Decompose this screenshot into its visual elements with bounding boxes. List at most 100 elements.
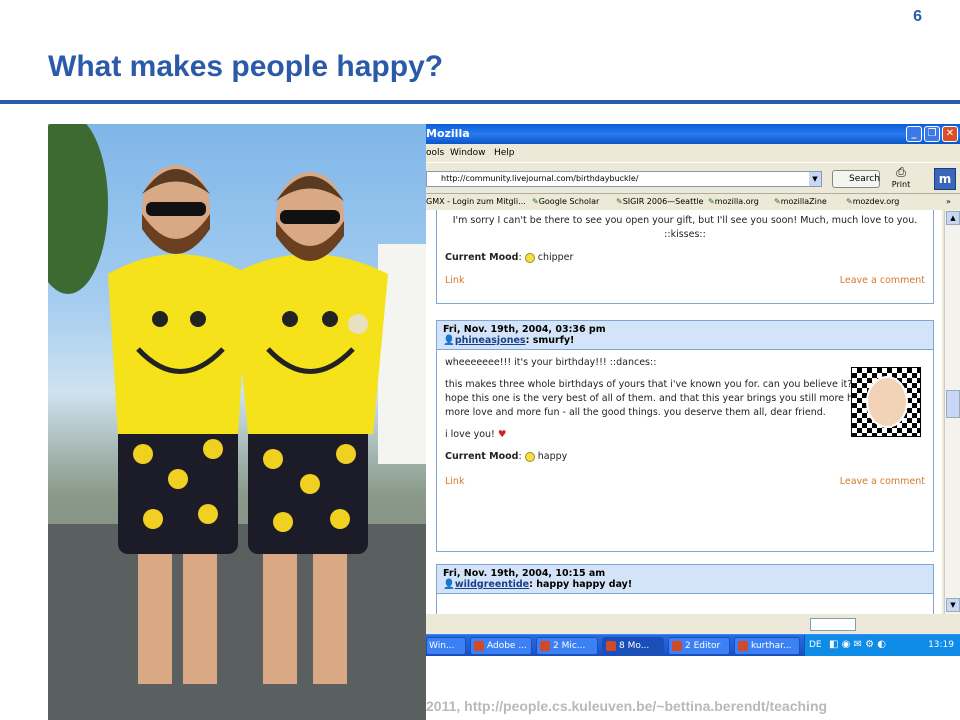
scroll-up-icon[interactable]: ▲ — [946, 211, 960, 225]
title-divider — [0, 100, 960, 104]
mozilla-logo-icon: m — [934, 168, 956, 190]
entry-links: Link Leave a comment — [445, 476, 925, 490]
taskbar-item[interactable]: kurthar... — [734, 637, 800, 655]
bookmark-google-scholar[interactable]: ✎Google Scholar — [532, 197, 599, 206]
entry-header: Fri, Nov. 19th, 2004, 03:36 pm 👤phineasj… — [437, 321, 933, 350]
app-icon — [474, 641, 484, 651]
app-icon — [606, 641, 616, 651]
entry-love-text: i love you! — [445, 429, 495, 440]
leave-comment-link[interactable]: Leave a comment — [840, 476, 925, 487]
close-button[interactable]: ✕ — [942, 126, 958, 142]
entry-links: Link Leave a comment — [445, 275, 925, 289]
print-button[interactable]: ⎙ Print — [888, 165, 914, 189]
app-icon — [738, 641, 748, 651]
mood-value: chipper — [537, 252, 574, 263]
entry-mood: Current Mood: happy — [445, 451, 568, 462]
journal-entry: I'm sorry I can't be there to see you op… — [436, 210, 934, 304]
bookmark-icon: ✎ — [616, 197, 623, 206]
app-icon — [672, 641, 682, 651]
menu-bar: ools Window Help — [426, 144, 960, 162]
vertical-scrollbar[interactable]: ▲ ▼ — [944, 210, 960, 614]
avatar-face — [866, 376, 908, 428]
taskbar-item-label: Adobe ... — [487, 641, 527, 651]
tray-icons[interactable]: ◧ ◉ ✉ ⚙ ◐ — [829, 639, 886, 650]
taskbar-item[interactable]: 2 Editor — [668, 637, 730, 655]
url-dropdown-icon[interactable]: ▼ — [809, 172, 821, 186]
slide-footer: 2011, http://people.cs.kuleuven.be/~bett… — [426, 698, 828, 714]
bookmarks-more-icon[interactable]: » — [946, 197, 951, 206]
taskbar-item-label: kurthar... — [751, 641, 792, 651]
mood-value: happy — [537, 451, 568, 462]
minimize-button[interactable]: _ — [906, 126, 922, 142]
bookmark-mozillazine[interactable]: ✎mozillaZine — [774, 197, 827, 206]
journal-entry: Fri, Nov. 19th, 2004, 10:15 am 👤wildgree… — [436, 564, 934, 614]
user-icon: 👤 — [443, 335, 455, 346]
slide-title: What makes people happy? — [48, 50, 444, 83]
menu-help[interactable]: Help — [494, 148, 515, 158]
search-button[interactable]: Search — [832, 170, 880, 188]
navigation-toolbar: http://community.livejournal.com/birthda… — [426, 162, 960, 194]
keyboard-language[interactable]: DE — [809, 640, 822, 650]
bookmark-icon: ✎ — [708, 197, 715, 206]
taskbar-item[interactable]: 2 Mic... — [536, 637, 598, 655]
print-label: Print — [891, 180, 911, 189]
browser-window: Mozilla _ ❐ ✕ ools Window Help http://co… — [426, 124, 960, 656]
entry-text: I'm sorry I can't be there to see you op… — [452, 215, 918, 240]
entry-paragraph: i love you! ♥ — [445, 428, 837, 442]
window-title: Mozilla — [426, 127, 470, 140]
taskbar-item-active[interactable]: 8 Mo... — [602, 637, 664, 655]
bookmarks-toolbar: GMX - Login zum Mitgli... ✎Google Schola… — [426, 194, 960, 210]
scroll-down-icon[interactable]: ▼ — [946, 598, 960, 612]
bookmark-mozdev[interactable]: ✎mozdev.org — [846, 197, 899, 206]
taskbar-item[interactable]: Win... — [426, 637, 466, 655]
link-permalink[interactable]: Link — [445, 275, 464, 286]
app-icon — [540, 641, 550, 651]
entry-mood: Current Mood: chipper — [445, 252, 574, 263]
entry-header: Fri, Nov. 19th, 2004, 10:15 am 👤wildgree… — [437, 565, 933, 594]
bookmark-icon: ✎ — [774, 197, 781, 206]
tray-clock: 13:19 — [928, 640, 954, 650]
menu-window[interactable]: Window — [450, 148, 486, 158]
printer-icon: ⎙ — [896, 165, 906, 179]
taskbar-address-input[interactable] — [810, 618, 856, 631]
taskbar-item-label: 2 Mic... — [553, 641, 586, 651]
taskbar-item-label: 8 Mo... — [619, 641, 650, 651]
bookmark-label: SIGIR 2006—Seattle — [622, 197, 704, 206]
bookmark-label: mozillaZine — [780, 197, 827, 206]
smiley-icon — [524, 451, 535, 462]
user-icon: 👤 — [443, 579, 455, 590]
maximize-button[interactable]: ❐ — [924, 126, 940, 142]
photo-illustration — [48, 124, 426, 720]
bookmark-icon: ✎ — [846, 197, 853, 206]
bookmark-sigir[interactable]: ✎SIGIR 2006—Seattle — [616, 197, 703, 206]
entry-date: Fri, Nov. 19th, 2004, 10:15 am — [443, 568, 606, 579]
bookmark-label: mozdev.org — [852, 197, 900, 206]
taskbar-item[interactable]: Adobe ... — [470, 637, 532, 655]
leave-comment-link[interactable]: Leave a comment — [840, 275, 925, 286]
entry-subject: : happy happy day! — [529, 579, 633, 590]
smiley-icon — [524, 252, 535, 263]
page-content: I'm sorry I can't be there to see you op… — [426, 210, 942, 614]
link-permalink[interactable]: Link — [445, 476, 464, 487]
entry-date: Fri, Nov. 19th, 2004, 03:36 pm — [443, 324, 606, 335]
mood-label: Current Mood — [445, 451, 519, 462]
bookmark-mozilla-org[interactable]: ✎mozilla.org — [708, 197, 759, 206]
smiley-twins-photo — [48, 124, 426, 720]
menu-tools[interactable]: ools — [426, 148, 444, 158]
journal-entry: Fri, Nov. 19th, 2004, 03:36 pm 👤phineasj… — [436, 320, 934, 552]
url-input[interactable]: http://community.livejournal.com/birthda… — [426, 171, 822, 187]
slide-number: 6 — [913, 8, 922, 25]
user-avatar — [851, 367, 921, 437]
entry-username[interactable]: wildgreentide — [455, 579, 529, 590]
bookmark-label: mozilla.org — [714, 197, 759, 206]
scroll-thumb[interactable] — [946, 390, 960, 418]
bookmark-label: Google Scholar — [538, 197, 600, 206]
windows-taskbar: Win... Adobe ... 2 Mic... 8 Mo... 2 Edit… — [426, 634, 960, 656]
bookmark-icon: ✎ — [532, 197, 539, 206]
entry-subject: : smurfy! — [525, 335, 575, 346]
browser-titlebar: Mozilla _ ❐ ✕ — [426, 124, 960, 144]
entry-paragraph: wheeeeeee!!! it's your birthday!!! ::dan… — [445, 357, 657, 368]
mood-label: Current Mood — [445, 252, 519, 263]
entry-username[interactable]: phineasjones — [455, 335, 526, 346]
bookmark-gmx[interactable]: GMX - Login zum Mitgli... — [426, 197, 526, 206]
